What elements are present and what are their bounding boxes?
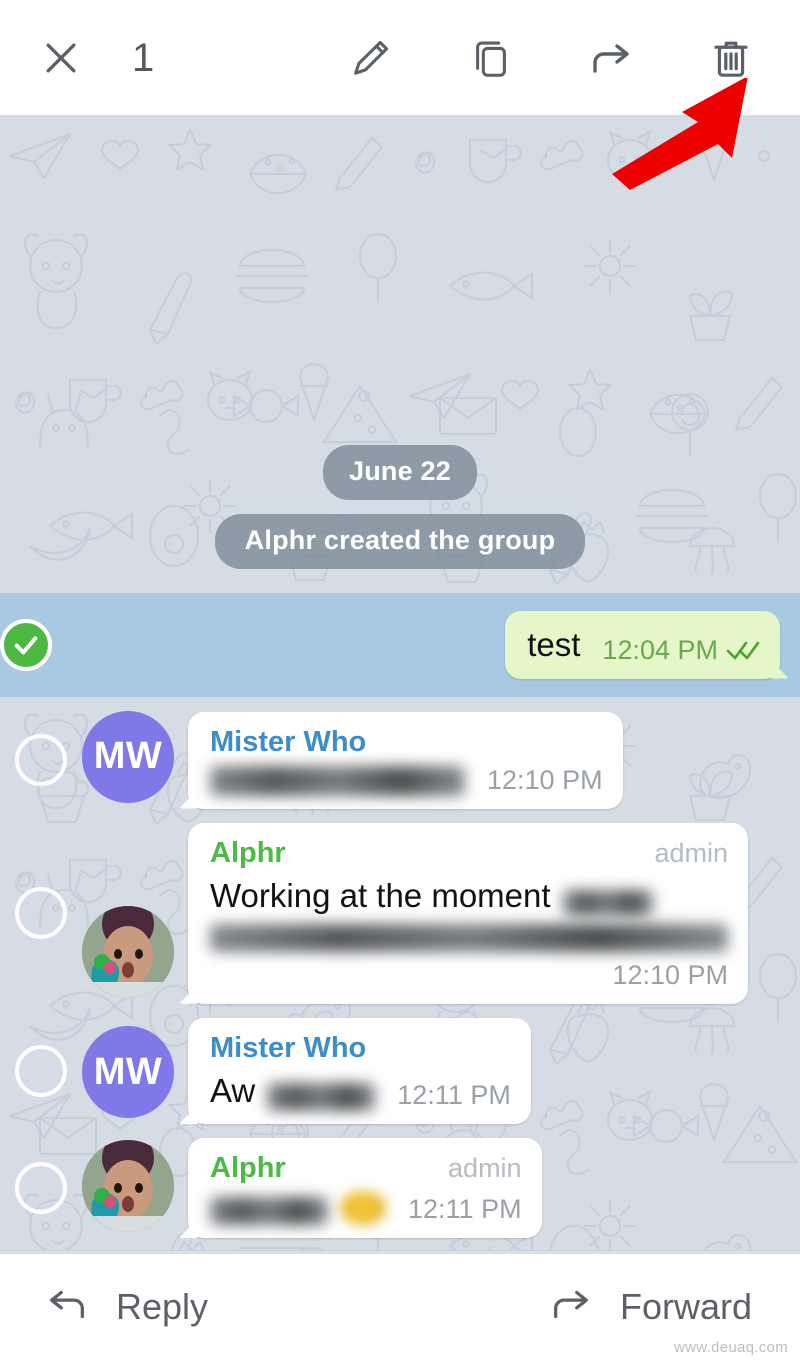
date-chip: June 22: [323, 445, 477, 501]
avatar-photo[interactable]: [82, 1140, 174, 1232]
sender-name: Alphr: [210, 836, 286, 869]
message-select-checkbox[interactable]: [0, 618, 52, 671]
redacted-message-text: [210, 1197, 328, 1225]
redacted-emoji: [340, 1191, 386, 1225]
sender-name: Mister Who: [210, 1031, 367, 1064]
checkbox-unchecked[interactable]: [15, 887, 67, 940]
message-bubble-incoming[interactable]: Alphr admin Working at the moment 12:10 …: [188, 822, 748, 1004]
reply-arrow-icon: [44, 1281, 90, 1332]
forward-label: Forward: [619, 1285, 752, 1327]
service-message-row: Alphr created the group: [0, 514, 800, 570]
message-select-checkbox[interactable]: [0, 887, 82, 940]
message-text: test: [527, 626, 581, 664]
message-select-checkbox[interactable]: [0, 1162, 82, 1214]
avatar-initials[interactable]: MW: [82, 710, 174, 803]
message-select-checkbox[interactable]: [0, 733, 82, 786]
admin-badge: admin: [448, 1153, 522, 1183]
copy-icon[interactable]: [464, 31, 518, 85]
forward-button[interactable]: Forward: [548, 1281, 752, 1332]
bubble-body: Aw 12:11 PM: [210, 1071, 511, 1111]
checkbox-unchecked[interactable]: [15, 1162, 67, 1214]
redacted-message-text: [562, 889, 653, 916]
toolbar-left-group: 1: [0, 31, 154, 85]
bubble-body: test 12:04 PM: [527, 625, 760, 665]
date-divider-row: June 22: [0, 445, 800, 501]
message-row-selected[interactable]: test 12:04 PM: [0, 593, 800, 697]
message-action-bar: Reply Forward www.deuaq.com: [0, 1250, 800, 1362]
redacted-message-text-line2: [210, 923, 728, 952]
message-time: 12:10 PM: [612, 959, 728, 990]
bubble-body: 12:11 PM: [210, 1191, 522, 1225]
message-text: Aw: [210, 1071, 256, 1109]
avatar-photo[interactable]: [82, 905, 174, 998]
message-bubble-incoming[interactable]: Mister Who Aw 12:11 PM: [188, 1017, 531, 1124]
forward-arrow-icon: [548, 1281, 594, 1332]
sender-name: Alphr: [210, 1152, 286, 1184]
bubble-header: Mister Who: [210, 1032, 511, 1065]
message-time: 12:11 PM: [397, 1080, 511, 1110]
message-time-label: 12:04 PM: [602, 634, 718, 665]
bubble-header: Alphr admin: [210, 837, 728, 870]
avatar-initials-label: MW: [93, 735, 163, 777]
message-row[interactable]: MW Mister Who 12:10 PM: [0, 697, 800, 809]
bubble-body: 12:10 PM: [210, 765, 603, 796]
selected-count: 1: [132, 35, 155, 80]
message-row[interactable]: Alphr admin Working at the moment 12:10 …: [0, 809, 800, 1004]
message-time: 12:04 PM: [592, 635, 760, 666]
message-list: June 22 Alphr created the group test 12:…: [0, 116, 800, 1250]
reply-label: Reply: [116, 1285, 209, 1327]
close-x-icon[interactable]: [34, 31, 88, 85]
message-row[interactable]: Alphr admin 12:11 PM: [0, 1124, 800, 1250]
checkbox-unchecked[interactable]: [15, 733, 67, 786]
message-time: 12:11 PM: [408, 1194, 522, 1224]
telegram-chat-screen: 1 June 22 Alphr created the group test 1…: [0, 0, 800, 1362]
bubble-header: Mister Who: [210, 726, 603, 759]
avatar-photo-image: [82, 905, 174, 998]
toolbar-action-group: [344, 31, 800, 85]
service-message-chip: Alphr created the group: [214, 514, 586, 570]
site-watermark: www.deuaq.com: [674, 1339, 788, 1356]
divider: [0, 1251, 800, 1254]
forward-arrow-icon[interactable]: [584, 31, 638, 85]
reply-button[interactable]: Reply: [44, 1281, 208, 1332]
read-double-check-icon: [726, 639, 760, 661]
redacted-message-text: [210, 765, 465, 796]
avatar-photo-image: [82, 1140, 174, 1232]
message-bubble-incoming[interactable]: Alphr admin 12:11 PM: [188, 1138, 542, 1238]
sender-name: Mister Who: [210, 725, 367, 758]
trash-delete-icon[interactable]: [704, 31, 758, 85]
redacted-message-text: [267, 1083, 376, 1111]
message-bubble-incoming[interactable]: Mister Who 12:10 PM: [188, 711, 623, 809]
message-row[interactable]: MW Mister Who Aw 12:11 PM: [0, 1004, 800, 1124]
message-time: 12:10 PM: [487, 764, 603, 795]
avatar-initials-label: MW: [93, 1050, 163, 1093]
message-bubble-outgoing[interactable]: test 12:04 PM: [505, 611, 780, 679]
bubble-body: Working at the moment 12:10 PM: [210, 876, 728, 991]
chat-message-area: June 22 Alphr created the group test 12:…: [0, 116, 800, 1250]
message-text: Working at the moment: [210, 876, 551, 914]
admin-badge: admin: [654, 837, 728, 868]
bubble-header: Alphr admin: [210, 1152, 522, 1185]
checkbox-unchecked[interactable]: [15, 1044, 67, 1097]
pencil-edit-icon[interactable]: [344, 31, 398, 85]
avatar-initials[interactable]: MW: [82, 1026, 174, 1118]
checkbox-checked[interactable]: [0, 618, 52, 671]
message-select-checkbox[interactable]: [0, 1044, 82, 1097]
selection-toolbar: 1: [0, 0, 800, 190]
